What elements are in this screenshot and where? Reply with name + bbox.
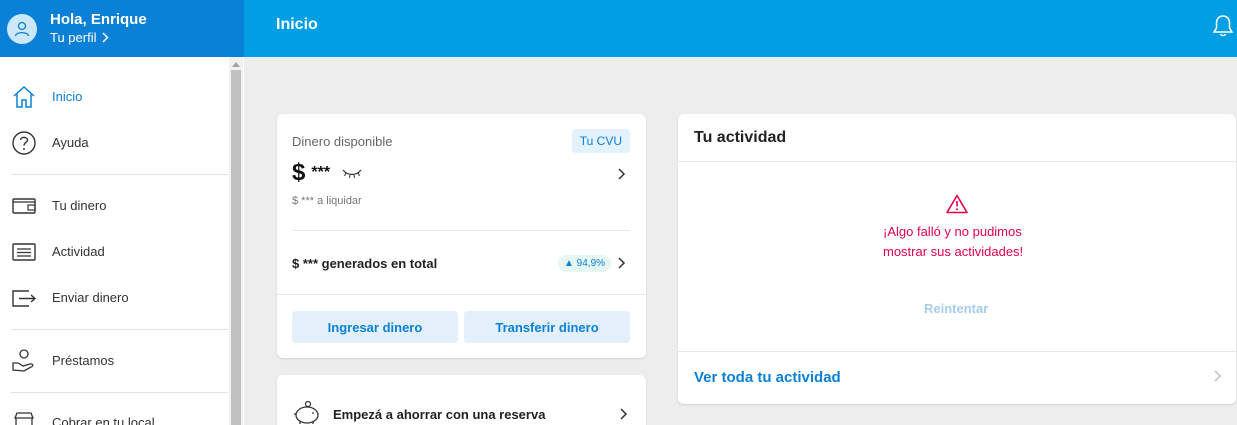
sidebar-item-inicio[interactable]: Inicio	[0, 77, 228, 117]
loans-icon	[12, 349, 34, 372]
sidebar-divider	[11, 329, 228, 330]
chevron-right-icon[interactable]	[1213, 370, 1222, 382]
user-icon	[14, 21, 30, 36]
chevron-right-icon[interactable]	[617, 168, 626, 180]
help-icon	[12, 131, 36, 155]
balance-currency: $	[292, 159, 306, 186]
see-all-activity-link[interactable]: Ver toda tu actividad	[694, 369, 841, 386]
available-money-card: Dinero disponible Tu CVU $ *** $ *** a l…	[277, 114, 646, 358]
deposit-money-button[interactable]: Ingresar dinero	[292, 311, 458, 343]
wallet-icon	[12, 198, 36, 214]
sidebar-item-tu-dinero[interactable]: Tu dinero	[0, 186, 228, 226]
cvu-button[interactable]: Tu CVU	[571, 129, 630, 153]
page-title: Inicio	[276, 16, 318, 33]
sidebar-item-label: Tu dinero	[52, 198, 107, 213]
generated-total[interactable]: $ *** generados en total	[292, 256, 437, 271]
chevron-right-icon[interactable]	[619, 408, 628, 420]
avatar	[7, 13, 37, 44]
balance-masked-value: ***	[311, 164, 331, 181]
activity-title: Tu actividad	[694, 129, 787, 146]
scrollbar-thumb[interactable]	[231, 70, 241, 425]
sidebar-item-cobrar-en-tu-local[interactable]: Cobrar en tu local	[0, 403, 228, 425]
sidebar: Inicio Ayuda Tu dinero Actividad Enviar …	[0, 57, 244, 425]
sidebar-item-enviar-dinero[interactable]: Enviar dinero	[0, 278, 228, 318]
sidebar-item-label: Cobrar en tu local	[52, 415, 155, 425]
sidebar-scrollbar[interactable]	[229, 57, 243, 425]
piggy-bank-icon	[294, 400, 319, 424]
store-icon	[14, 412, 34, 425]
sidebar-item-ayuda[interactable]: Ayuda	[0, 123, 228, 163]
scroll-up-arrow-icon[interactable]	[232, 62, 240, 67]
sidebar-divider	[11, 392, 228, 393]
card-divider	[678, 351, 1236, 352]
profile-section[interactable]: Hola, Enrique Tu perfil	[0, 0, 244, 57]
top-header: Hola, Enrique Tu perfil Inicio	[0, 0, 1237, 57]
chevron-right-icon	[102, 32, 110, 43]
sidebar-item-label: Actividad	[52, 244, 105, 259]
pending-amount: $ *** a liquidar	[292, 195, 362, 207]
sidebar-item-label: Inicio	[52, 89, 83, 104]
greeting-text: Hola, Enrique	[50, 10, 147, 28]
home-icon	[13, 85, 35, 108]
savings-label: Empezá a ahorrar con una reserva	[333, 407, 546, 422]
sidebar-item-label: Enviar dinero	[52, 290, 129, 305]
sidebar-divider	[11, 174, 228, 175]
sidebar-item-actividad[interactable]: Actividad	[0, 232, 228, 272]
chevron-right-icon[interactable]	[617, 257, 626, 269]
sidebar-item-label: Préstamos	[52, 353, 115, 368]
activity-card: Tu actividad ¡Algo falló y no pudimos mo…	[678, 114, 1236, 404]
profile-link-label: Tu perfil	[50, 29, 97, 45]
profile-link[interactable]: Tu perfil	[50, 29, 147, 47]
retry-button[interactable]: Reintentar	[924, 301, 988, 316]
bell-icon[interactable]	[1211, 13, 1235, 39]
savings-card[interactable]: Empezá a ahorrar con una reserva	[277, 375, 646, 425]
card-divider	[292, 230, 630, 231]
yield-percent-badge: ▲ 94,9%	[558, 255, 612, 272]
warning-icon	[946, 194, 968, 214]
transfer-money-button[interactable]: Transferir dinero	[464, 311, 630, 343]
activity-icon	[12, 243, 36, 261]
send-money-icon	[12, 290, 37, 307]
card-divider	[277, 294, 646, 295]
eye-closed-icon[interactable]	[342, 167, 362, 179]
sidebar-item-label: Ayuda	[52, 135, 89, 150]
sidebar-item-prestamos[interactable]: Préstamos	[0, 341, 228, 381]
balance[interactable]: $ ***	[292, 159, 362, 187]
error-message: ¡Algo falló y no pudimos mostrar sus act…	[883, 224, 1024, 259]
card-divider	[678, 161, 1236, 162]
available-money-label: Dinero disponible	[292, 134, 393, 149]
